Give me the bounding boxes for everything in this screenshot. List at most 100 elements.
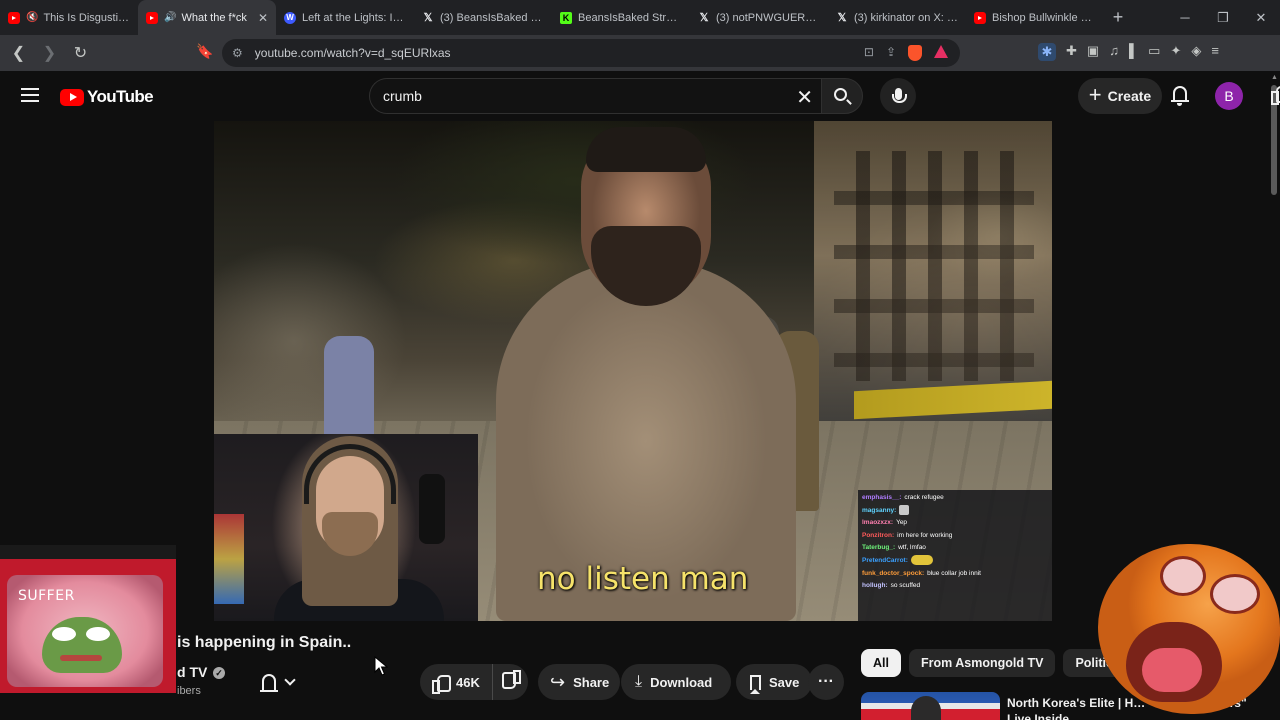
bookmark-icon[interactable]: 🔖 [196, 43, 213, 60]
chat-message: Taterbug_: wtf, lmfao [862, 544, 926, 552]
subscribed-notifications-button[interactable] [245, 664, 311, 700]
like-dislike-group: 46K [420, 664, 528, 700]
suffer-overlay-graphic: SUFFER [0, 545, 176, 693]
save-playlist-icon [750, 674, 761, 694]
tab-title: What the f*ck [181, 11, 247, 24]
dislike-button[interactable] [493, 664, 533, 700]
browser-tab[interactable]: 𝕏 (3) notPNWGUERRILL [690, 0, 828, 35]
youtube-play-icon [60, 88, 84, 106]
puzzle-icon[interactable]: ✚ [1066, 43, 1077, 61]
notifications-bell-icon[interactable] [1171, 86, 1189, 106]
chat-message: magsanny: [862, 504, 1048, 518]
search-input[interactable]: crumb ✕ [369, 78, 821, 114]
scrollbar-thumb[interactable] [1271, 85, 1280, 195]
download-icon: ⤓ [635, 673, 643, 690]
restore-icon[interactable]: ❐ [1204, 0, 1242, 35]
video-title: is happening in Spain.. [177, 634, 352, 651]
chat-message: Ponzitron: im here for working [862, 531, 953, 539]
browser-tab[interactable]: Bishop Bullwinkle Hel [966, 0, 1104, 35]
thumbs-up-icon [432, 674, 451, 694]
window-controls: ─ ❐ ✕ [1166, 0, 1280, 35]
speaker-icon[interactable]: 🔊 [164, 12, 176, 23]
chat-message: PretendCarrot: [862, 555, 1048, 568]
browser-toolbar: ❮ ❯ ↻ 🔖 ⚙ youtube.com/watch?v=d_sqEURlxa… [0, 35, 1280, 71]
stream-chat-overlay: emphasis__: crack refugee magsanny: lmaoz… [858, 490, 1052, 621]
site-info-icon[interactable]: ⚙ [232, 46, 243, 60]
guide-menu-icon[interactable] [21, 88, 39, 106]
account-avatar[interactable]: B [1215, 82, 1243, 110]
kick-icon: K [560, 11, 572, 24]
tab-title: This Is Disgusting [43, 11, 130, 24]
new-tab-button[interactable]: + [1104, 7, 1132, 28]
tab-title: BeansIsBaked Stream [578, 11, 682, 24]
browser-tab[interactable]: 𝕏 (3) kirkinator on X: "N [828, 0, 966, 35]
more-dots-icon: ··· [818, 673, 834, 690]
scroll-up-icon[interactable]: ▲ [1271, 74, 1278, 81]
install-app-icon[interactable]: ⊡ [864, 45, 874, 61]
search-button[interactable] [821, 78, 863, 114]
microphone-icon [419, 474, 445, 544]
share-label: Share [573, 674, 610, 690]
download-button[interactable]: ⤓ Download [621, 664, 731, 700]
tab-title: (3) kirkinator on X: "N [854, 11, 958, 24]
browser-tab-active[interactable]: 🔊 What the f*ck ✕ [138, 0, 276, 35]
like-count: 46K [456, 674, 480, 690]
brave-shields-icon[interactable] [908, 45, 922, 61]
microphone-icon [891, 88, 907, 103]
suffer-label: SUFFER [18, 588, 75, 604]
browser-tab[interactable]: 𝕏 (3) BeansIsBaked (@B [414, 0, 552, 35]
video-scene-pedestrian [324, 336, 374, 446]
x-icon: 𝕏 [837, 12, 847, 24]
youtube-header: YouTube crumb ✕ + Create B [0, 71, 1268, 121]
close-window-icon[interactable]: ✕ [1242, 0, 1280, 35]
sidebar-icon[interactable]: ▌ [1129, 43, 1138, 61]
url-text: youtube.com/watch?v=d_sqEURlxas [254, 46, 451, 60]
extensions-bar: ✱ ✚ ▣ ♫ ▌ ▭ ✦ ◈ ≡ [1038, 43, 1219, 61]
chip-all[interactable]: All [861, 649, 901, 677]
browser-tab[interactable]: W Left at the Lights: Ima [276, 0, 414, 35]
music-icon[interactable]: ♫ [1109, 43, 1119, 61]
browser-tab[interactable]: K BeansIsBaked Stream [552, 0, 690, 35]
browser-tab[interactable]: 🔇 This Is Disgusting [0, 0, 138, 35]
extension-icon[interactable]: ✱ [1038, 43, 1056, 61]
share-button[interactable]: ↪ Share [538, 664, 620, 700]
reload-icon[interactable]: ↻ [68, 39, 93, 67]
youtube-icon [146, 11, 158, 24]
muted-speaker-icon[interactable]: 🔇 [26, 12, 38, 23]
brave-rewards-icon[interactable] [934, 45, 948, 58]
leo-icon[interactable]: ✦ [1170, 43, 1181, 61]
clear-search-icon[interactable]: ✕ [796, 85, 813, 110]
create-label: Create [1107, 88, 1152, 104]
x-icon: 𝕏 [423, 12, 433, 24]
more-actions-button[interactable]: ··· [808, 664, 844, 700]
create-button[interactable]: + Create [1078, 78, 1162, 114]
youtube-wordmark: YouTube [87, 87, 154, 106]
wallet-icon[interactable]: ▣ [1087, 43, 1099, 61]
chip-from-channel[interactable]: From Asmongold TV [908, 649, 1056, 677]
tab-title: Left at the Lights: Ima [302, 11, 406, 24]
wallet-icon[interactable]: ▭ [1148, 43, 1160, 61]
video-scene-man [496, 127, 796, 621]
video-thumbnail[interactable] [861, 692, 1000, 720]
share-page-icon[interactable]: ⇪ [886, 45, 896, 61]
tab-title: (3) notPNWGUERRILL [716, 11, 820, 24]
youtube-logo[interactable]: YouTube [60, 87, 154, 107]
search-query: crumb [383, 88, 422, 104]
browser-tabstrip: 🔇 This Is Disgusting 🔊 What the f*ck ✕ W… [0, 0, 1280, 35]
vpn-icon[interactable]: ◈ [1191, 43, 1201, 61]
minimize-icon[interactable]: ─ [1166, 0, 1204, 35]
forward-icon[interactable]: ❯ [37, 39, 62, 67]
address-bar[interactable]: ⚙ youtube.com/watch?v=d_sqEURlxas ⊡ ⇪ [222, 39, 960, 67]
tab-title: Bishop Bullwinkle Hel [992, 11, 1096, 24]
chat-emote-icon [899, 504, 910, 515]
tab-title: (3) BeansIsBaked (@B [440, 11, 544, 24]
save-button[interactable]: Save [736, 664, 812, 700]
back-icon[interactable]: ❮ [6, 39, 31, 67]
close-tab-icon[interactable]: ✕ [258, 11, 268, 25]
plus-icon: + [1088, 82, 1102, 107]
channel-name[interactable]: d TV [177, 664, 207, 680]
like-button[interactable]: 46K [420, 664, 493, 700]
voice-search-button[interactable] [880, 78, 916, 114]
youtube-icon [974, 11, 986, 24]
menu-icon[interactable]: ≡ [1211, 43, 1219, 61]
